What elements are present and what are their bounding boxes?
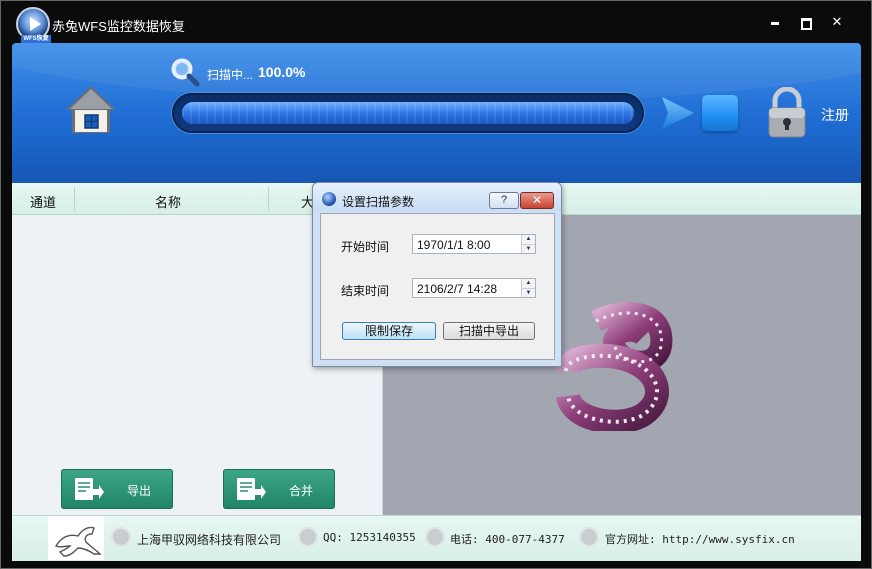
dialog-close-button[interactable]: ✕ <box>520 192 554 209</box>
status-footer: 上海甲驭网络科技有限公司 QQ: 1253140355 电话: 400-077-… <box>12 515 861 561</box>
app-window: WFS恢复 赤兔WFS监控数据恢复 ✕ 扫描中... 100.0% 注册 通道 … <box>0 0 872 569</box>
search-icon <box>171 58 200 87</box>
scan-header: 扫描中... 100.0% 注册 <box>12 43 861 183</box>
start-time-field[interactable]: 1970/1/1 8:00 ▲ ▼ <box>412 234 536 254</box>
end-time-label: 结束时间 <box>341 284 390 298</box>
column-channel[interactable]: 通道 <box>30 192 56 211</box>
merge-label: 合并 <box>289 484 314 498</box>
export-button[interactable]: 导出 <box>61 469 173 509</box>
start-time-spinner[interactable]: ▲ ▼ <box>521 235 535 253</box>
scan-status: 扫描中... <box>207 68 254 82</box>
start-time-value: 1970/1/1 8:00 <box>417 238 491 252</box>
dialog-help-button[interactable]: ? <box>489 192 519 209</box>
scan-settings-dialog: 设置扫描参数 ? ✕ 开始时间 1970/1/1 8:00 ▲ ▼ 结束时间 21… <box>312 182 562 367</box>
dialog-body: 开始时间 1970/1/1 8:00 ▲ ▼ 结束时间 2106/2/7 14:2… <box>320 213 555 360</box>
stop-icon[interactable] <box>702 95 738 131</box>
website-link[interactable]: 官方网址: http://www.sysfix.cn <box>605 531 795 547</box>
globe-icon <box>579 527 599 547</box>
end-time-spinner[interactable]: ▲ ▼ <box>521 279 535 297</box>
register-link[interactable]: 注册 <box>821 105 849 125</box>
phone-icon <box>425 527 445 547</box>
window-title: 赤兔WFS监控数据恢复 <box>52 19 185 34</box>
app-logo-tag: WFS恢复 <box>21 35 51 43</box>
dialog-app-icon <box>322 192 336 206</box>
film-reel-image <box>556 302 673 431</box>
scan-percent: 100.0% <box>258 64 306 80</box>
maximize-button[interactable] <box>799 15 813 30</box>
play-icon[interactable] <box>660 95 696 131</box>
title-bar[interactable]: WFS恢复 赤兔WFS监控数据恢复 ✕ <box>1 1 871 43</box>
dialog-title: 设置扫描参数 <box>342 195 415 209</box>
scan-progress-bar <box>172 93 644 133</box>
horse-logo <box>48 516 104 560</box>
app-logo-icon: WFS恢复 <box>16 7 51 43</box>
qq-icon <box>298 527 318 547</box>
building-icon <box>111 527 131 547</box>
phone-number: 电话: 400-077-4377 <box>450 533 565 546</box>
close-button[interactable]: ✕ <box>830 15 844 29</box>
merge-icon <box>237 478 266 500</box>
limit-save-button[interactable]: 限制保存 <box>342 322 436 340</box>
end-time-value: 2106/2/7 14:28 <box>417 282 498 296</box>
qq-number: QQ: 1253140355 <box>323 531 416 544</box>
company-name: 上海甲驭网络科技有限公司 <box>137 533 282 547</box>
end-time-field[interactable]: 2106/2/7 14:28 ▲ ▼ <box>412 278 536 298</box>
export-label: 导出 <box>127 484 152 498</box>
scan-export-button[interactable]: 扫描中导出 <box>443 322 535 340</box>
export-icon <box>75 478 104 500</box>
home-icon[interactable] <box>64 83 118 137</box>
lock-icon[interactable] <box>766 87 808 139</box>
scan-progress-fill <box>182 102 634 124</box>
dialog-title-bar[interactable]: 设置扫描参数 ? ✕ <box>313 183 561 211</box>
merge-button[interactable]: 合并 <box>223 469 335 509</box>
start-time-label: 开始时间 <box>341 240 390 254</box>
column-name[interactable]: 名称 <box>155 192 181 211</box>
minimize-button[interactable] <box>768 15 782 29</box>
